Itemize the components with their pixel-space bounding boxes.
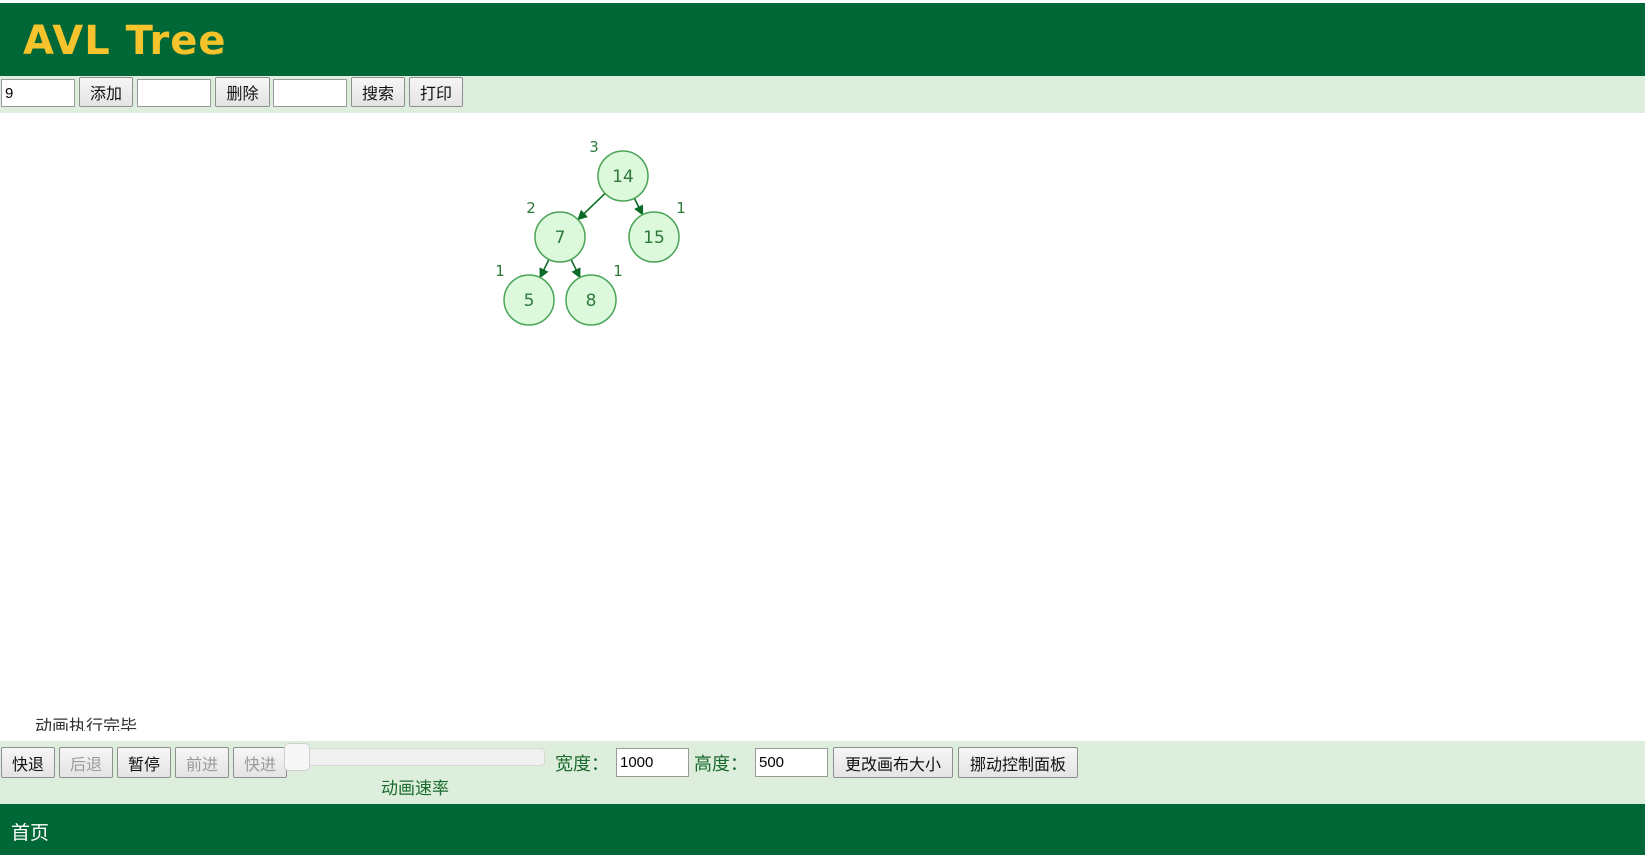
canvas-height-label: 高度： xyxy=(694,754,748,775)
tree-node-key: 5 xyxy=(524,291,535,311)
tree-edge-14-15 xyxy=(633,197,644,216)
tree-edge-14-7 xyxy=(577,192,606,221)
pause-button[interactable]: 暂停 xyxy=(117,747,171,778)
speed-label: 动画速率 xyxy=(381,779,449,799)
animation-control-bar: 快退 后退 暂停 前进 快进 动画速率 宽度： 高度： 更改画布大小 挪动控制面… xyxy=(0,741,1645,804)
canvas-height-input[interactable] xyxy=(755,748,828,777)
skip-back-button[interactable]: 快退 xyxy=(1,747,55,778)
tree-node-height: 2 xyxy=(526,199,536,217)
animation-status: 动画执行完毕 xyxy=(35,717,137,731)
tree-node-height: 1 xyxy=(613,262,623,280)
tree-node-7: 72 xyxy=(526,199,586,263)
speed-slider-handle[interactable] xyxy=(284,743,310,771)
animation-canvas: 14 3 7 2 15 1 5 1 8 1 xyxy=(0,113,1645,741)
search-value-input[interactable] xyxy=(273,79,347,107)
tree-node-height: 1 xyxy=(495,262,505,280)
step-forward-button[interactable]: 前进 xyxy=(175,747,229,778)
page-title: AVL Tree xyxy=(23,18,227,64)
tree-node-5: 51 xyxy=(495,262,555,326)
home-link[interactable]: 首页 xyxy=(11,818,49,845)
tree-node-15: 15 1 xyxy=(628,199,686,263)
step-back-button[interactable]: 后退 xyxy=(59,747,113,778)
tree-edge-7-5 xyxy=(539,259,550,279)
insert-value-input[interactable] xyxy=(1,79,75,107)
animation-speed-slider[interactable] xyxy=(285,748,545,766)
tree-node-key: 7 xyxy=(555,228,566,248)
tree-canvas: 143721515181 xyxy=(495,138,686,326)
footer-bar: 首页 xyxy=(0,804,1645,855)
tree-node-key: 14 xyxy=(612,167,634,187)
search-button[interactable]: 搜索 xyxy=(351,77,405,107)
operation-toolbar: 添加 删除 搜索 打印 xyxy=(0,76,1645,113)
tree-node-key: 15 xyxy=(643,228,665,248)
move-control-panel-button[interactable]: 挪动控制面板 xyxy=(958,747,1078,778)
skip-forward-button[interactable]: 快进 xyxy=(233,747,287,778)
tree-node-key: 8 xyxy=(586,291,597,311)
add-button[interactable]: 添加 xyxy=(79,77,133,107)
tree-node-height: 3 xyxy=(589,138,599,156)
tree-edge-7-8 xyxy=(570,259,581,279)
delete-button[interactable]: 删除 xyxy=(215,77,270,107)
delete-value-input[interactable] xyxy=(137,79,211,107)
canvas-width-input[interactable] xyxy=(616,748,689,777)
header-bar: AVL Tree xyxy=(0,3,1645,76)
canvas-width-label: 宽度： xyxy=(555,754,609,775)
resize-canvas-button[interactable]: 更改画布大小 xyxy=(833,747,953,778)
tree-node-14: 14 3 xyxy=(589,138,649,202)
tree-node-height: 1 xyxy=(676,199,686,217)
tree-node-8: 81 xyxy=(565,262,623,326)
print-button[interactable]: 打印 xyxy=(409,77,463,107)
